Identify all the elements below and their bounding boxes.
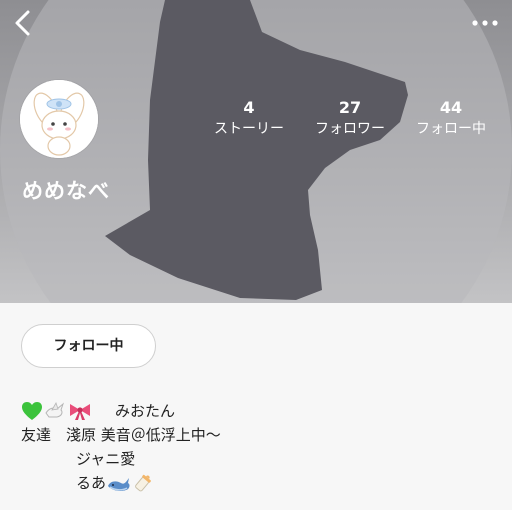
green-heart-icon [22,402,42,420]
followers-label: フォロワー [315,121,385,137]
bio-line-3: ジャニ愛 [76,450,136,468]
profile-username: めめなべ [22,179,110,203]
ribbon-icon [70,404,90,420]
stories-count: 4 [243,98,255,117]
profile-body: フォロー中 みおたん 友達 淺原 美音＠低浮上中～ ジャニ愛 るあ [0,303,512,510]
back-button[interactable] [8,8,36,38]
profile-bio: みおたん 友達 淺原 美音＠低浮上中～ ジャニ愛 るあ [21,399,221,495]
bio-line-1: みおたん [21,399,221,423]
bio-line-2: 友達 淺原 美音＠低浮上中～ [21,426,221,444]
whale-icon [108,478,130,491]
baby-bottle-icon [135,474,151,492]
bunny-character-avatar [20,80,98,158]
chevron-left-icon [15,10,30,36]
more-options-button[interactable] [468,12,502,34]
more-horizontal-icon [472,20,498,26]
stat-following[interactable]: 44 フォロー中 [406,97,496,139]
stories-label: ストーリー [214,121,284,137]
stat-stories[interactable]: 4 ストーリー [204,97,294,139]
avatar[interactable] [20,80,98,158]
following-count: 44 [439,98,463,117]
bio-text-line-1: みおたん [115,402,176,420]
bio-line-4: るあ [21,471,221,495]
profile-header: めめなべ 4 ストーリー 27 フォロワー 44 フォロー中 [0,0,512,303]
stat-followers[interactable]: 27 フォロワー [305,97,395,139]
bio-text-line-4: るあ [76,474,107,492]
dove-icon [45,402,65,418]
followers-count: 27 [338,98,362,117]
following-button[interactable]: フォロー中 [21,324,156,368]
following-label: フォロー中 [416,121,486,137]
